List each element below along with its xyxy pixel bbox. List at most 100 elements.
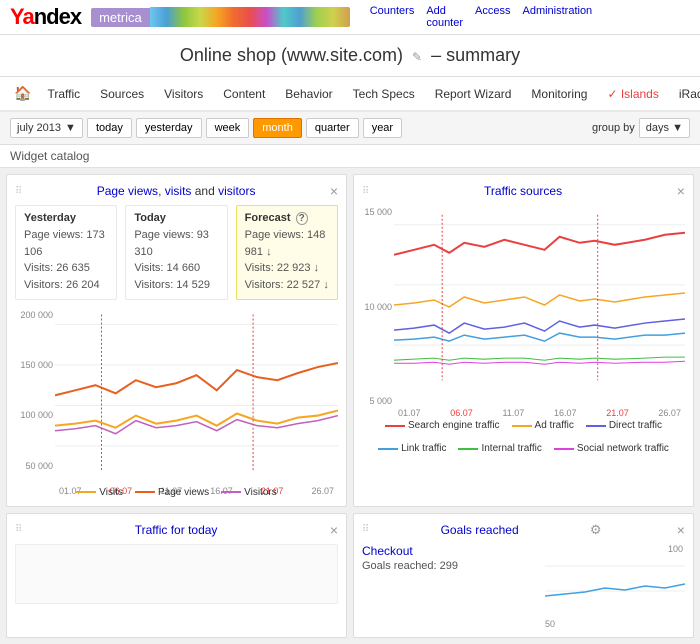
tab-reportwizard[interactable]: Report Wizard xyxy=(425,79,522,111)
widget-traffic-sources: ⠿ Traffic sources × 15 000 10 000 5 000 xyxy=(353,174,694,507)
forecast-visits: Visits: 22 923 ↓ xyxy=(245,260,329,277)
yesterday-label: Yesterday xyxy=(24,212,108,224)
chart-ts-svg xyxy=(394,205,685,405)
legend-social: Social network traffic xyxy=(554,443,669,454)
widget-ts-title: Traffic sources xyxy=(484,184,562,198)
btn-today[interactable]: today xyxy=(87,118,132,138)
forecast-pageviews: Page views: 148 981 ↓ xyxy=(245,227,329,260)
group-by-select[interactable]: days ▼ xyxy=(639,118,690,138)
today-visits: Visits: 14 660 xyxy=(134,260,218,277)
forecast-label-text: Forecast xyxy=(245,212,291,224)
stats-row: Yesterday Page views: 173 106 Visits: 26… xyxy=(15,205,338,300)
legend-search-label: Search engine traffic xyxy=(408,420,500,431)
tab-islands[interactable]: ✓ Islands xyxy=(597,79,668,111)
stat-today: Today Page views: 93 310 Visits: 14 660 … xyxy=(125,205,227,300)
y-label-100k: 100 000 xyxy=(15,410,53,420)
legend-link-label: Link traffic xyxy=(401,443,446,454)
legend-search-dot xyxy=(385,425,405,427)
legend-direct-dot xyxy=(586,425,606,427)
date-range-selector[interactable]: july 2013 ▼ xyxy=(10,118,83,138)
btn-quarter[interactable]: quarter xyxy=(306,118,359,138)
legend-pageviews-label: Page views xyxy=(158,487,209,498)
yandex-logo: Yandex xyxy=(10,4,81,30)
legend-visits-dot xyxy=(76,491,96,493)
legend-search: Search engine traffic xyxy=(385,420,500,431)
goals-y-labels: 100 xyxy=(545,544,685,554)
goals-y-100: 100 xyxy=(668,544,683,554)
toolbar: july 2013 ▼ today yesterday week month q… xyxy=(0,112,700,145)
legend-ad-label: Ad traffic xyxy=(535,420,574,431)
widget-goals-gear[interactable]: ⚙ xyxy=(590,522,602,538)
forecast-label: Forecast ? xyxy=(245,212,329,224)
x-ts-2607: 26.07 xyxy=(658,408,681,418)
access-link[interactable]: Access xyxy=(475,5,510,29)
legend-pageviews-dot xyxy=(135,491,155,493)
legend-visits: Visits xyxy=(76,487,123,498)
tab-monitoring[interactable]: Monitoring xyxy=(521,79,597,111)
widget-tt-close[interactable]: × xyxy=(330,522,338,538)
btn-week[interactable]: week xyxy=(206,118,250,138)
tab-home[interactable]: 🏠 xyxy=(8,77,37,112)
tab-behavior[interactable]: Behavior xyxy=(275,79,342,111)
goals-link[interactable]: Goals reached xyxy=(441,523,519,537)
legend-link-dot xyxy=(378,448,398,450)
chart-pv-container: 200 000 150 000 100 000 50 000 xyxy=(15,308,338,483)
btn-year[interactable]: year xyxy=(363,118,402,138)
widget-pageviews-title: Page views, visits and visitors xyxy=(97,184,256,198)
legend-direct: Direct traffic xyxy=(586,420,662,431)
widget-ts-close[interactable]: × xyxy=(677,183,685,199)
yesterday-visits: Visits: 26 635 xyxy=(24,260,108,277)
x-ts-0607: 06.07 xyxy=(450,408,473,418)
group-by-container: group by days ▼ xyxy=(592,118,690,138)
x-label-2607: 26.07 xyxy=(311,486,334,496)
counters-link[interactable]: Counters xyxy=(370,5,415,29)
title-main: Online shop (www.site.com) xyxy=(180,45,403,65)
header-nav: Counters Add counter Access Administrati… xyxy=(370,5,700,29)
visits-link[interactable]: visits xyxy=(165,184,192,198)
btn-month[interactable]: month xyxy=(253,118,302,138)
widget-traffic-today: ⠿ Traffic for today × xyxy=(6,513,347,638)
y-ts-5k: 5 000 xyxy=(362,396,392,406)
widget-dots-pv: ⠿ xyxy=(15,186,22,197)
x-ts-0107: 01.07 xyxy=(398,408,421,418)
api-link-wrapper: API xyxy=(604,5,700,29)
chart-ts-container: 15 000 10 000 5 000 xyxy=(362,205,685,418)
btn-yesterday[interactable]: yesterday xyxy=(136,118,202,138)
checkout-link[interactable]: Checkout xyxy=(362,544,413,558)
administration-link[interactable]: Administration xyxy=(522,5,592,29)
legend-direct-label: Direct traffic xyxy=(609,420,662,431)
traffic-today-link[interactable]: Traffic for today xyxy=(135,523,218,537)
y-label-150k: 150 000 xyxy=(15,360,53,370)
y-ts-10k: 10 000 xyxy=(362,302,392,312)
legend-ad: Ad traffic xyxy=(512,420,574,431)
date-range-value: july 2013 xyxy=(17,122,61,134)
widget-pageviews-close[interactable]: × xyxy=(330,183,338,199)
tab-sources[interactable]: Sources xyxy=(90,79,154,111)
goals-y-right: 50 xyxy=(545,619,685,629)
x-ts-1607: 16.07 xyxy=(554,408,577,418)
page-title-text: Online shop (www.site.com) ✎ – summary xyxy=(180,45,520,65)
visitors-link[interactable]: visitors xyxy=(218,184,255,198)
goals-chart-svg xyxy=(545,556,685,616)
pageviews-link[interactable]: Page views xyxy=(97,184,158,198)
tab-content[interactable]: Content xyxy=(213,79,275,111)
stat-forecast: Forecast ? Page views: 148 981 ↓ Visits:… xyxy=(236,205,338,300)
tab-techspecs[interactable]: Tech Specs xyxy=(343,79,425,111)
widget-tt-header: ⠿ Traffic for today × xyxy=(15,522,338,538)
metrica-label[interactable]: metrica xyxy=(91,8,150,27)
chart-pv-area: 01.07 06.07 11.07 16.07 21.07 26.07 xyxy=(55,308,338,483)
y-ts-15k: 15 000 xyxy=(362,207,392,217)
add-counter-link[interactable]: Add counter xyxy=(426,5,463,29)
chart-ts-area: 01.07 06.07 11.07 16.07 21.07 26.07 xyxy=(394,205,685,418)
forecast-help-icon[interactable]: ? xyxy=(296,212,308,225)
tab-traffic[interactable]: Traffic xyxy=(37,79,90,111)
tab-visitors[interactable]: Visitors xyxy=(154,79,213,111)
traffic-sources-link[interactable]: Traffic sources xyxy=(484,184,562,198)
widget-goals-close[interactable]: × xyxy=(677,522,685,538)
widget-catalog-label[interactable]: Widget catalog xyxy=(10,149,89,163)
legend-social-label: Social network traffic xyxy=(577,443,669,454)
title-suffix: – summary xyxy=(431,45,520,65)
edit-icon[interactable]: ✎ xyxy=(412,50,422,64)
widget-dots-tt: ⠿ xyxy=(15,524,22,535)
tab-iradar[interactable]: iRadar xyxy=(669,79,700,111)
